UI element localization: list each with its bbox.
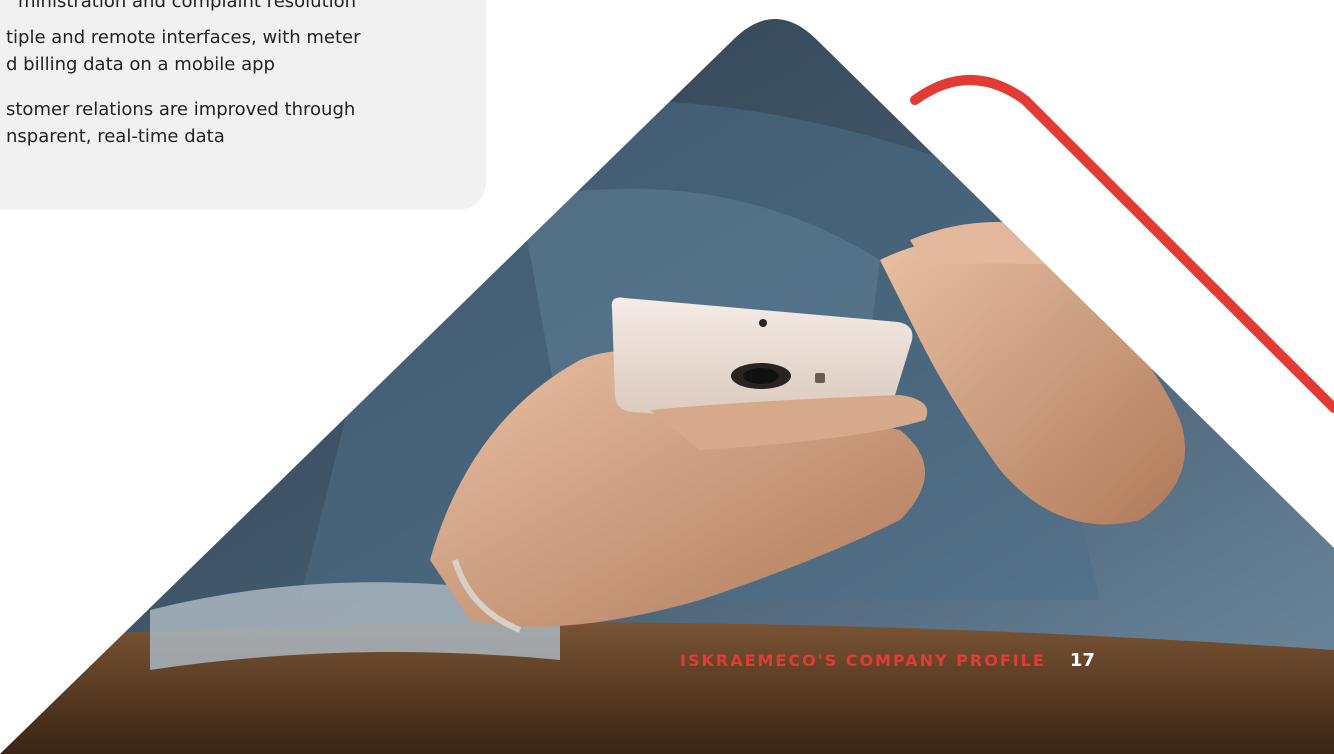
page-footer: ISKRAEMECO'S COMPANY PROFILE 17	[680, 648, 1095, 672]
brochure-page: ministration and complaint resolution ti…	[0, 0, 1334, 754]
document-title: ISKRAEMECO'S COMPANY PROFILE	[680, 650, 1046, 670]
page-number: 17	[1069, 649, 1095, 671]
smartphone-photo	[0, 19, 1334, 754]
